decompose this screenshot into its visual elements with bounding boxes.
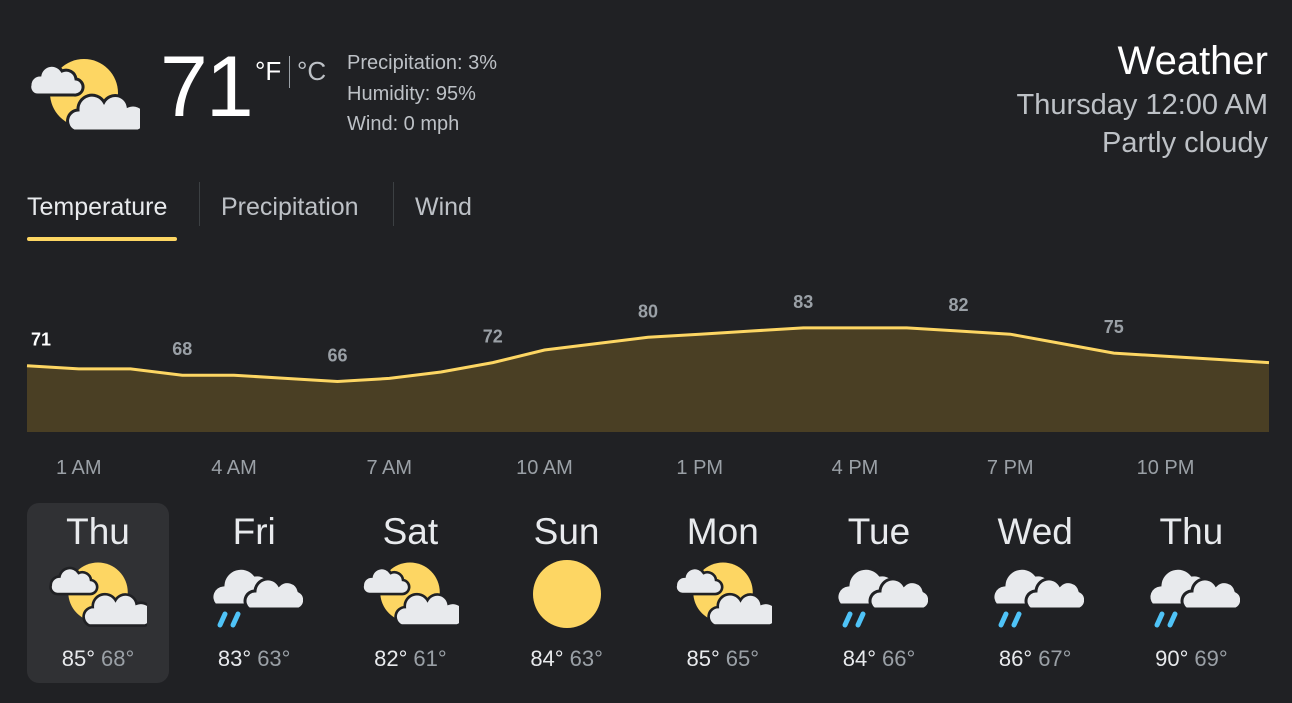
hour-tick-label: 4 PM	[832, 457, 879, 479]
forecast-high: 84°	[842, 646, 876, 671]
sun-icon	[518, 559, 616, 629]
forecast-temps: 86° 67°	[964, 646, 1106, 672]
unit-divider	[289, 56, 290, 88]
partly-cloudy-icon	[49, 559, 154, 629]
wind-stat: Wind: 0 mph	[347, 113, 460, 135]
rain-cloud-icon	[1142, 559, 1244, 629]
rain-cloud-icon	[205, 559, 307, 629]
forecast-high: 83°	[217, 646, 252, 671]
app-title: Weather	[1117, 39, 1268, 83]
forecast-day[interactable]: Tue 84° 66°	[808, 503, 950, 683]
forecast-temps: 85° 65°	[652, 646, 794, 672]
current-condition: Partly cloudy	[1101, 127, 1268, 159]
temperature-value-label: 66	[327, 346, 347, 366]
forecast-day-name: Thu	[1159, 511, 1224, 552]
forecast-low: 63°	[569, 646, 603, 671]
fahrenheit-toggle[interactable]: °F	[255, 56, 281, 86]
partly-cloudy-icon	[361, 559, 467, 629]
hour-tick-label: 1 AM	[56, 457, 102, 479]
forecast-day-name: Thu	[66, 511, 130, 552]
forecast-low: 67°	[1038, 646, 1072, 671]
forecast-day-name: Fri	[232, 511, 276, 552]
temperature-value-label: 68	[172, 339, 192, 359]
forecast-low: 69°	[1194, 646, 1228, 671]
tab-divider	[199, 182, 200, 226]
hour-tick-label: 7 AM	[366, 457, 412, 479]
forecast-day[interactable]: Fri 83° 63°	[183, 503, 325, 683]
partly-cloudy-icon	[28, 55, 148, 135]
forecast-temps: 84° 66°	[808, 646, 950, 672]
forecast-day[interactable]: Thu 90° 69°	[1120, 503, 1262, 683]
current-temperature: 71	[160, 39, 254, 135]
forecast-day-name: Mon	[686, 511, 759, 552]
forecast-low: 61°	[413, 646, 447, 671]
hour-tick-label: 10 PM	[1137, 457, 1195, 479]
forecast-day[interactable]: Mon 85° 65°	[652, 503, 794, 683]
forecast-low: 63°	[257, 646, 291, 671]
partly-cloudy-icon	[674, 559, 779, 629]
temperature-value-label: 83	[793, 292, 813, 312]
forecast-high: 90°	[1155, 646, 1189, 671]
precipitation-stat: Precipitation: 3%	[347, 52, 498, 74]
tab-divider	[393, 182, 394, 226]
forecast-temps: 84° 63°	[496, 646, 638, 672]
temperature-value-label: 80	[638, 301, 658, 321]
current-datetime: Thursday 12:00 AM	[1016, 89, 1268, 121]
forecast-day[interactable]: Thu 85° 68°	[27, 503, 169, 683]
temperature-area	[27, 327, 1269, 432]
forecast-day[interactable]: Wed 86° 67°	[964, 503, 1106, 683]
forecast-temps: 82° 61°	[339, 646, 481, 672]
temperature-chart: 71 68 66 72 80 83 82 75 1 AM 4 AM 7 AM 10 AM 1 PM 4 P…	[26, 292, 1270, 479]
forecast-low: 68°	[101, 646, 135, 671]
forecast-day-name: Sat	[382, 511, 439, 552]
forecast-high: 85°	[686, 646, 720, 671]
hour-tick-label: 1 PM	[676, 457, 723, 479]
tab-wind[interactable]: Wind	[415, 192, 472, 222]
forecast-high: 86°	[998, 646, 1033, 671]
tab-precipitation[interactable]: Precipitation	[221, 192, 359, 222]
forecast-day[interactable]: Sat 82° 61°	[339, 503, 481, 683]
forecast-low: 66°	[882, 646, 916, 671]
temperature-value-label: 75	[1104, 317, 1124, 337]
hour-tick-label: 7 PM	[987, 457, 1034, 479]
temperature-value-label: 71	[31, 330, 51, 350]
forecast-day-name: Tue	[847, 511, 911, 552]
celsius-toggle[interactable]: °C	[297, 56, 326, 86]
hour-tick-label: 10 AM	[516, 457, 573, 479]
forecast-temps: 90° 69°	[1120, 646, 1262, 672]
forecast-temps: 83° 63°	[183, 646, 325, 672]
tab-temperature[interactable]: Temperature	[27, 192, 167, 222]
selected-tab-indicator	[27, 237, 177, 241]
forecast-high: 84°	[530, 646, 564, 671]
forecast-day[interactable]: Sun 84° 63°	[496, 503, 638, 683]
temperature-value-label: 82	[948, 295, 968, 315]
forecast-temps: 85° 68°	[27, 646, 169, 672]
humidity-stat: Humidity: 95%	[347, 83, 476, 105]
temperature-value-label: 72	[483, 327, 503, 347]
rain-cloud-icon	[986, 559, 1088, 629]
rain-cloud-icon	[830, 559, 932, 629]
forecast-day-name: Wed	[997, 511, 1073, 552]
forecast-day-name: Sun	[533, 511, 600, 552]
forecast-high: 82°	[374, 646, 408, 671]
hour-tick-label: 4 AM	[211, 457, 257, 479]
forecast-high: 85°	[61, 646, 95, 671]
forecast-low: 65°	[725, 646, 760, 671]
